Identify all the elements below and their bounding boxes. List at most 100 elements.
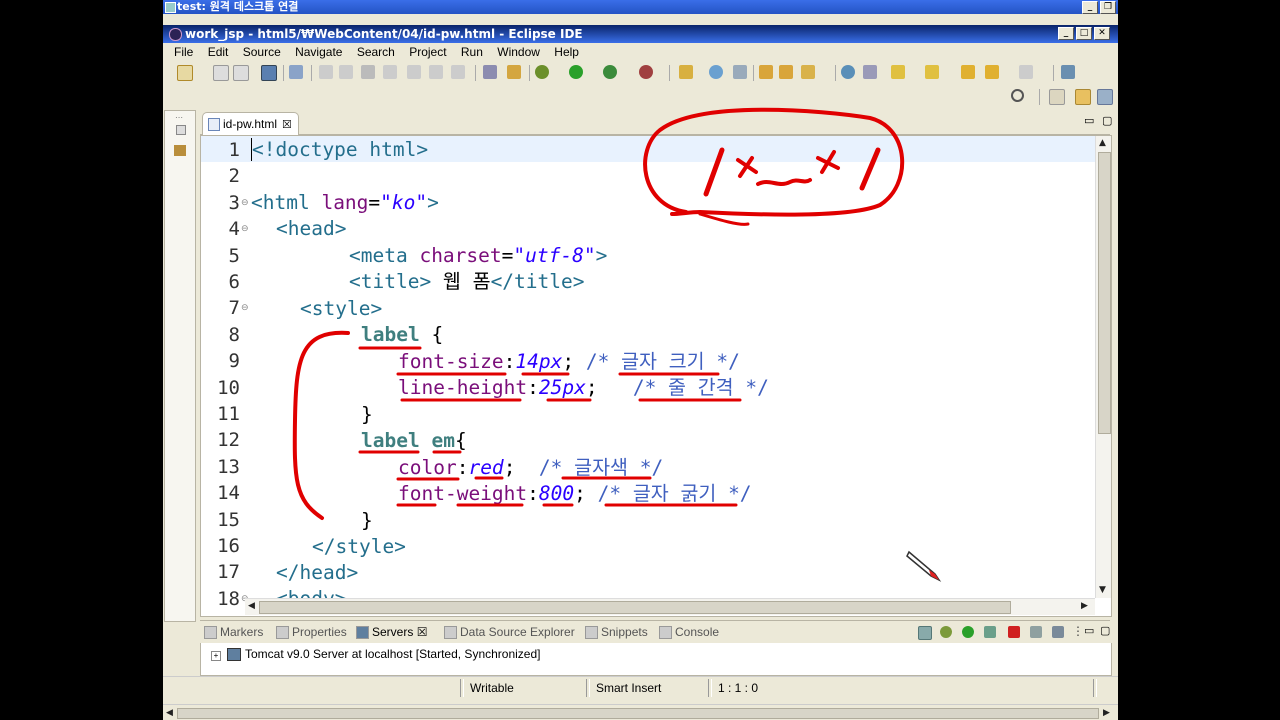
suspend-icon[interactable] bbox=[339, 65, 353, 79]
rdp-restore-button[interactable]: ❐ bbox=[1100, 1, 1116, 14]
server-row-tomcat[interactable]: + Tomcat v9.0 Server at localhost [Starte… bbox=[211, 647, 540, 662]
java-perspective-icon[interactable] bbox=[1097, 89, 1113, 105]
eclipse-minimize-button[interactable]: _ bbox=[1058, 27, 1074, 40]
coverage-icon[interactable] bbox=[603, 65, 617, 79]
forward-disabled-icon[interactable] bbox=[1019, 65, 1033, 79]
step-into-icon[interactable] bbox=[407, 65, 421, 79]
step-over-icon[interactable] bbox=[429, 65, 443, 79]
open-type-icon[interactable] bbox=[759, 65, 773, 79]
profile-server-icon[interactable] bbox=[984, 626, 996, 638]
scroll-left-icon[interactable]: ◀ bbox=[248, 601, 255, 611]
menu-search[interactable]: Search bbox=[357, 45, 395, 59]
tab-console[interactable]: Console bbox=[659, 624, 719, 640]
open-perspective-icon[interactable] bbox=[1049, 89, 1065, 105]
debug-server-icon[interactable] bbox=[940, 626, 952, 638]
editor-tab-id-pw[interactable]: id-pw.html ☒ bbox=[202, 112, 299, 135]
scroll-up-icon[interactable]: ▲ bbox=[1099, 138, 1106, 148]
menu-file[interactable]: File bbox=[174, 45, 193, 59]
remote-scroll-right-icon[interactable]: ▶ bbox=[1103, 708, 1110, 718]
java-ee-perspective-icon[interactable] bbox=[1075, 89, 1091, 105]
next-annotation-icon[interactable] bbox=[891, 65, 905, 79]
line-number: 13 bbox=[217, 455, 240, 478]
tab-servers[interactable]: Servers ☒ bbox=[356, 624, 427, 640]
project-explorer-icon[interactable] bbox=[174, 145, 186, 156]
menu-edit[interactable]: Edit bbox=[208, 45, 229, 59]
menu-navigate[interactable]: Navigate bbox=[295, 45, 342, 59]
tab-data-source-explorer[interactable]: Data Source Explorer bbox=[444, 624, 575, 640]
search-tool-icon[interactable] bbox=[801, 65, 815, 79]
code-line-10: line-height:25px; /* 줄 간격 */ bbox=[398, 376, 769, 399]
fold-toggle-icon[interactable]: ⊖ bbox=[241, 224, 249, 234]
web-browser-icon[interactable] bbox=[841, 65, 855, 79]
view-menu-icon[interactable]: ⋮ bbox=[1072, 624, 1084, 638]
code-line-13: color:red; /* 글자색 */ bbox=[398, 456, 664, 479]
terminal-icon[interactable] bbox=[261, 65, 277, 81]
skip-breakpoints-icon[interactable] bbox=[289, 65, 303, 79]
line-number: 2 bbox=[228, 165, 240, 188]
link-icon[interactable] bbox=[507, 65, 521, 79]
open-task-icon[interactable] bbox=[483, 65, 497, 79]
back-icon[interactable] bbox=[961, 65, 975, 79]
debug-icon[interactable] bbox=[535, 65, 549, 79]
resume-icon[interactable] bbox=[319, 65, 333, 79]
code-area[interactable]: <!doctype html> <html lang="ko"> <head> … bbox=[251, 136, 1091, 616]
code-editor[interactable]: 123⊖4⊖567⊖89101112131415161718⊖ <!doctyp… bbox=[200, 135, 1112, 617]
restore-icon[interactable] bbox=[176, 125, 186, 135]
scroll-down-icon[interactable]: ▼ bbox=[1099, 585, 1106, 595]
stop-server-icon[interactable] bbox=[1008, 626, 1020, 638]
remote-scroll-left-icon[interactable]: ◀ bbox=[166, 708, 173, 718]
remote-scroll-thumb[interactable] bbox=[177, 708, 1099, 719]
close-servers-tab-icon[interactable]: ☒ bbox=[417, 625, 428, 639]
tab-markers[interactable]: Markers bbox=[204, 624, 263, 640]
fold-toggle-icon[interactable]: ⊖ bbox=[241, 303, 249, 313]
previous-annotation-icon[interactable] bbox=[925, 65, 939, 79]
new-server-icon[interactable] bbox=[679, 65, 693, 79]
code-line-11: } bbox=[361, 403, 373, 426]
code-line-7: <style> bbox=[300, 297, 383, 320]
save-all-icon[interactable] bbox=[233, 65, 249, 81]
editor-vertical-scrollbar[interactable]: ▲ ▼ bbox=[1095, 136, 1111, 598]
close-tab-icon[interactable]: ☒ bbox=[282, 119, 292, 131]
disconnect-icon[interactable] bbox=[383, 65, 397, 79]
open-resource-icon[interactable] bbox=[779, 65, 793, 79]
save-icon[interactable] bbox=[213, 65, 229, 81]
step-return-icon[interactable] bbox=[451, 65, 465, 79]
minimize-editor-icon[interactable]: ▭ bbox=[1084, 114, 1094, 127]
menu-project[interactable]: Project bbox=[409, 45, 446, 59]
tab-properties[interactable]: Properties bbox=[276, 624, 347, 640]
menu-run[interactable]: Run bbox=[461, 45, 483, 59]
horizontal-scroll-thumb[interactable] bbox=[259, 601, 1011, 614]
run-icon[interactable] bbox=[569, 65, 583, 79]
minimize-view-icon[interactable]: ▭ bbox=[1084, 624, 1094, 637]
annotation-icon[interactable] bbox=[863, 65, 877, 79]
disconnect-server-icon[interactable] bbox=[1052, 626, 1064, 638]
code-line-8: label { bbox=[361, 323, 444, 346]
maximize-editor-icon[interactable] bbox=[1061, 65, 1075, 79]
terminate-icon[interactable] bbox=[361, 65, 375, 79]
menu-window[interactable]: Window bbox=[497, 45, 540, 59]
maximize-view-icon[interactable]: ▢ bbox=[1100, 624, 1110, 637]
start-server-icon[interactable] bbox=[962, 626, 974, 638]
menu-source[interactable]: Source bbox=[243, 45, 281, 59]
forward-icon[interactable] bbox=[985, 65, 999, 79]
menu-help[interactable]: Help bbox=[554, 45, 579, 59]
tab-snippets[interactable]: Snippets bbox=[585, 624, 648, 640]
scroll-right-icon[interactable]: ▶ bbox=[1081, 601, 1088, 611]
code-line-6: <title> 웹 폼</title> bbox=[349, 270, 585, 293]
rdp-minimize-button[interactable]: _ bbox=[1082, 1, 1098, 14]
collapse-all-icon[interactable] bbox=[918, 626, 932, 640]
search-icon[interactable] bbox=[1011, 89, 1024, 102]
external-tools-icon[interactable] bbox=[639, 65, 653, 79]
remote-horizontal-scrollbar[interactable]: ◀ ▶ bbox=[163, 704, 1118, 720]
maximize-editor-area-icon[interactable]: ▢ bbox=[1102, 114, 1112, 127]
publish-icon[interactable] bbox=[1030, 626, 1042, 638]
vertical-scroll-thumb[interactable] bbox=[1098, 152, 1111, 434]
new-icon[interactable] bbox=[177, 65, 193, 81]
new-package-icon[interactable] bbox=[733, 65, 747, 79]
expand-icon[interactable]: + bbox=[211, 651, 221, 661]
eclipse-maximize-button[interactable]: □ bbox=[1076, 27, 1092, 40]
fold-toggle-icon[interactable]: ⊖ bbox=[241, 198, 249, 208]
new-class-icon[interactable] bbox=[709, 65, 723, 79]
eclipse-close-button[interactable]: ✕ bbox=[1094, 27, 1110, 40]
editor-horizontal-scrollbar[interactable]: ◀ ▶ bbox=[245, 598, 1095, 615]
